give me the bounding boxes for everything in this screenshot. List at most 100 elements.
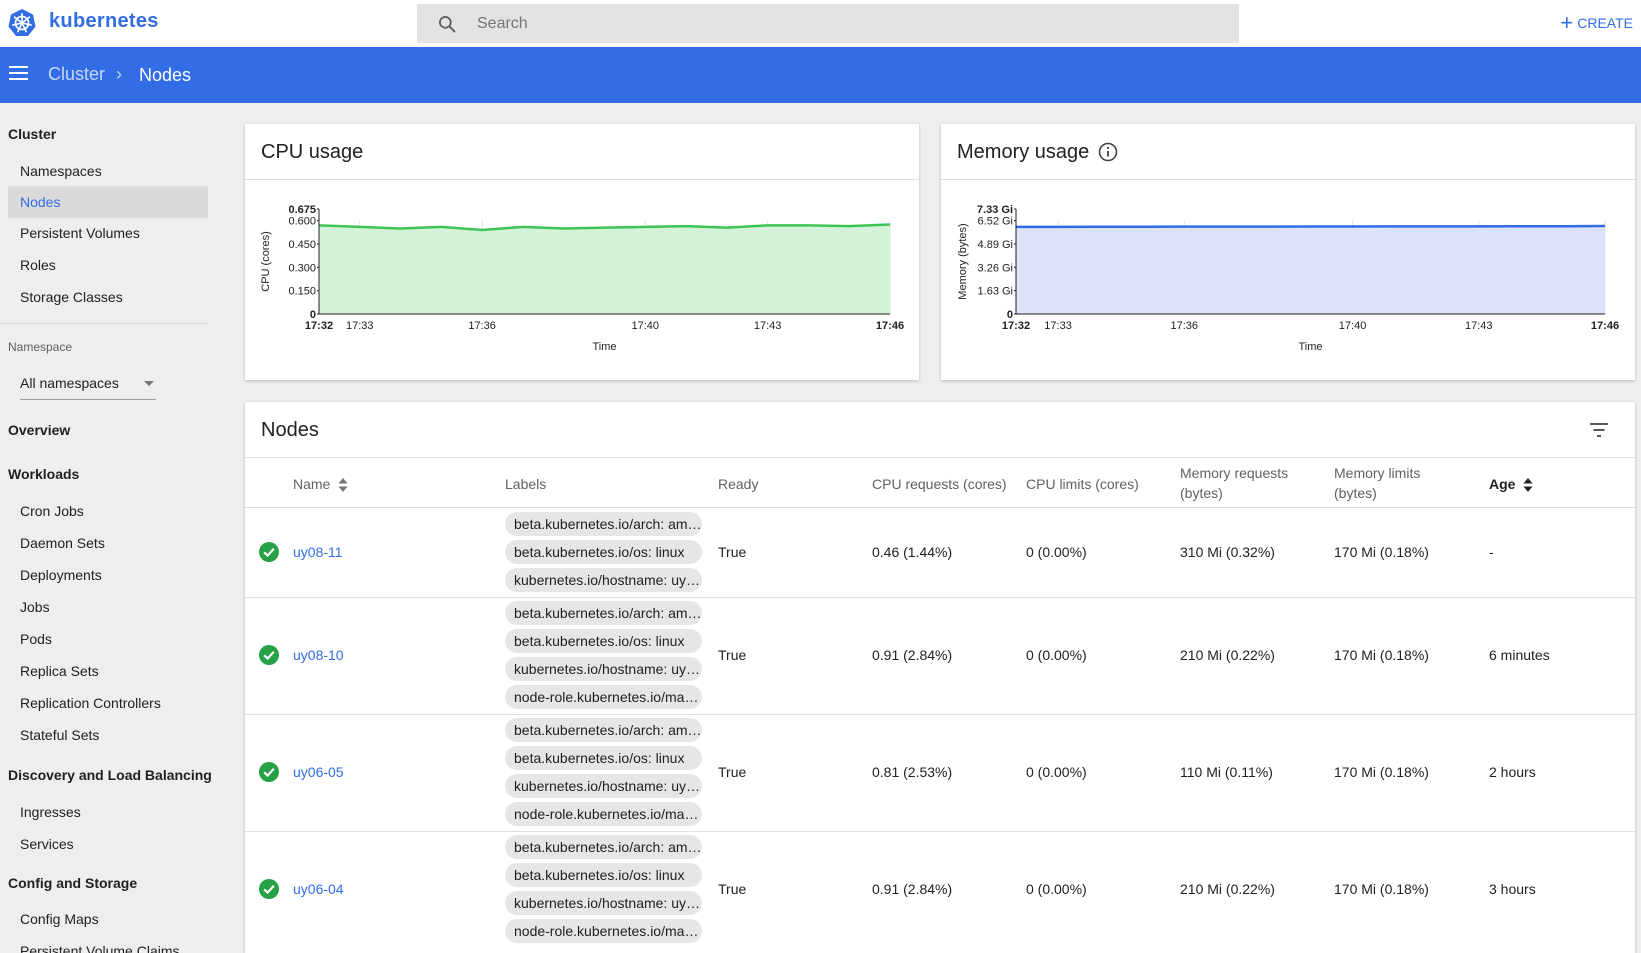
kubernetes-logo-icon[interactable]	[7, 8, 37, 38]
filter-icon[interactable]	[1589, 422, 1609, 438]
column-header-memory-requests: Memory requests (bytes)	[1180, 463, 1288, 503]
column-header-memory-limits-line1: Memory limits	[1334, 465, 1421, 481]
create-button-label: CREATE	[1577, 15, 1633, 31]
sidebar-heading-overview[interactable]: Overview	[8, 422, 70, 438]
namespace-label: Namespace	[8, 340, 73, 354]
sidebar-item-pods[interactable]: Pods	[8, 623, 208, 655]
sidebar-item-replication-controllers[interactable]: Replication Controllers	[8, 687, 208, 719]
column-header-age[interactable]: Age	[1489, 474, 1533, 494]
node-cpu-requests: 0.91 (2.84%)	[872, 647, 953, 663]
sidebar-item-replica-sets[interactable]: Replica Sets	[8, 655, 208, 687]
memory-usage-chart[interactable]: 01.63 Gi3.26 Gi4.89 Gi6.52 Gi7.33 Gi17:3…	[941, 180, 1635, 380]
memory-chart-x-tick-label: 17:46	[1591, 320, 1619, 332]
sidebar-item-deployments[interactable]: Deployments	[8, 559, 208, 591]
cpu-chart-x-tick-label: 17:33	[346, 320, 374, 332]
node-cpu-limits: 0 (0.00%)	[1026, 881, 1087, 897]
search-bar[interactable]	[417, 4, 1239, 43]
sidebar-divider	[0, 323, 208, 324]
plus-icon: +	[1560, 10, 1574, 35]
cpu-usage-title: CPU usage	[261, 141, 364, 163]
memory-chart-y-tick-label: 6.52 Gi	[978, 216, 1013, 228]
sidebar-item-daemon-sets[interactable]: Daemon Sets	[8, 527, 208, 559]
table-row-divider	[245, 507, 1635, 508]
node-ready: True	[718, 647, 747, 663]
node-memory-limits: 170 Mi (0.18%)	[1334, 764, 1429, 780]
memory-chart-x-tick-label: 17:32	[1002, 320, 1030, 332]
label-chip: node-role.kubernetes.io/master:	[505, 802, 702, 826]
brand-name[interactable]: kubernetes	[49, 10, 159, 33]
breadcrumb-chevron-icon: ›	[116, 64, 122, 84]
sidebar-item-storage-classes[interactable]: Storage Classes	[8, 281, 208, 313]
cpu-chart-x-tick-label: 17:43	[754, 320, 782, 332]
column-header-memory-requests-line1: Memory requests	[1180, 465, 1289, 481]
column-header-name[interactable]: Name	[293, 474, 348, 494]
label-chip: beta.kubernetes.io/arch: amd64	[505, 601, 702, 625]
node-name-link[interactable]: uy06-05	[293, 764, 344, 780]
sidebar-heading-config-storage[interactable]: Config and Storage	[8, 875, 137, 891]
node-memory-requests: 110 Mi (0.11%)	[1180, 764, 1273, 780]
node-memory-limits: 170 Mi (0.18%)	[1334, 881, 1429, 897]
label-chip: node-role.kubernetes.io/master:	[505, 685, 702, 709]
sidebar-item-cron-jobs[interactable]: Cron Jobs	[8, 495, 208, 527]
search-input[interactable]	[477, 4, 1217, 43]
create-button[interactable]: + CREATE	[1560, 11, 1633, 35]
breadcrumb-current: Nodes	[139, 65, 192, 85]
dropdown-arrow-icon	[144, 381, 154, 386]
node-name-link[interactable]: uy08-11	[293, 544, 343, 560]
table-row-divider	[245, 831, 1635, 832]
label-chip: kubernetes.io/hostname: uy08-10	[505, 657, 702, 681]
label-chip: beta.kubernetes.io/os: linux	[505, 746, 702, 770]
search-icon	[439, 16, 456, 33]
label-chip: beta.kubernetes.io/os: linux	[505, 629, 702, 653]
node-cpu-requests: 0.81 (2.53%)	[872, 764, 953, 780]
sidebar: Cluster Namespaces Nodes Persistent Volu…	[0, 103, 216, 953]
sidebar-item-config-maps[interactable]: Config Maps	[8, 903, 208, 935]
node-cpu-requests: 0.91 (2.84%)	[872, 881, 953, 897]
node-memory-requests: 210 Mi (0.22%)	[1180, 881, 1275, 897]
node-cpu-requests: 0.46 (1.44%)	[872, 544, 953, 560]
node-cpu-limits: 0 (0.00%)	[1026, 544, 1087, 560]
sidebar-item-namespaces[interactable]: Namespaces	[8, 155, 208, 187]
sidebar-item-services[interactable]: Services	[8, 828, 208, 860]
cpu-usage-chart[interactable]: 00.1500.3000.4500.6000.67517:32 17:33 17:3…	[245, 180, 919, 380]
column-header-name-label: Name	[293, 476, 331, 492]
cpu-chart-y-tick-label: 0.300	[288, 262, 316, 274]
node-name-link[interactable]: uy06-04	[293, 881, 344, 897]
sidebar-heading-cluster[interactable]: Cluster	[8, 126, 56, 142]
column-header-age-label: Age	[1489, 476, 1516, 492]
memory-chart-x-tick-label: 17:33	[1044, 320, 1072, 332]
namespace-select[interactable]: All namespaces	[20, 366, 156, 400]
memory-chart-x-tick-label: 17:40	[1339, 320, 1367, 332]
info-icon[interactable]	[1098, 142, 1118, 162]
sidebar-item-roles[interactable]: Roles	[8, 249, 208, 281]
label-chip: kubernetes.io/hostname: uy08-11	[505, 568, 702, 592]
breadcrumb-cluster[interactable]: Cluster	[48, 64, 105, 85]
sidebar-item-persistent-volume-claims[interactable]: Persistent Volume Claims	[8, 935, 208, 953]
node-name-link[interactable]: uy08-10	[293, 647, 344, 663]
column-header-ready: Ready	[718, 476, 759, 492]
top-bar: kubernetes + CREATE	[0, 0, 1641, 47]
sidebar-item-nodes[interactable]: Nodes	[8, 186, 208, 218]
sidebar-heading-workloads[interactable]: Workloads	[8, 466, 79, 482]
sidebar-item-persistent-volumes[interactable]: Persistent Volumes	[8, 217, 208, 249]
table-row-divider	[245, 714, 1635, 715]
sidebar-item-stateful-sets[interactable]: Stateful Sets	[8, 719, 208, 751]
check-circle-icon	[259, 542, 279, 562]
node-memory-requests: 310 Mi (0.32%)	[1180, 544, 1275, 560]
memory-usage-title: Memory usage	[957, 141, 1090, 163]
namespace-select-value: All namespaces	[20, 375, 119, 391]
node-ready: True	[718, 544, 747, 560]
sidebar-item-ingresses[interactable]: Ingresses	[8, 796, 208, 828]
label-chip: beta.kubernetes.io/os: linux	[505, 540, 702, 564]
menu-icon[interactable]	[9, 66, 28, 82]
sidebar-item-jobs[interactable]: Jobs	[8, 591, 208, 623]
column-header-labels: Labels	[505, 476, 547, 492]
node-age: 2 hours	[1489, 764, 1536, 780]
sidebar-heading-discovery[interactable]: Discovery and Load Balancing	[8, 767, 212, 783]
cpu-chart-y-tick-label: 0.450	[288, 239, 316, 251]
memory-chart-x-tick-label: 17:36	[1171, 320, 1199, 332]
column-header-cpu-limits: CPU limits (cores)	[1026, 476, 1139, 492]
cpu-chart-y-tick-label: 0.150	[288, 286, 316, 298]
cpu-usage-card: CPU usage 0 0.150 0.300 0.450 0.600 0.675 17:3…	[245, 124, 919, 380]
label-chip: kubernetes.io/hostname: uy06-04	[505, 891, 702, 915]
